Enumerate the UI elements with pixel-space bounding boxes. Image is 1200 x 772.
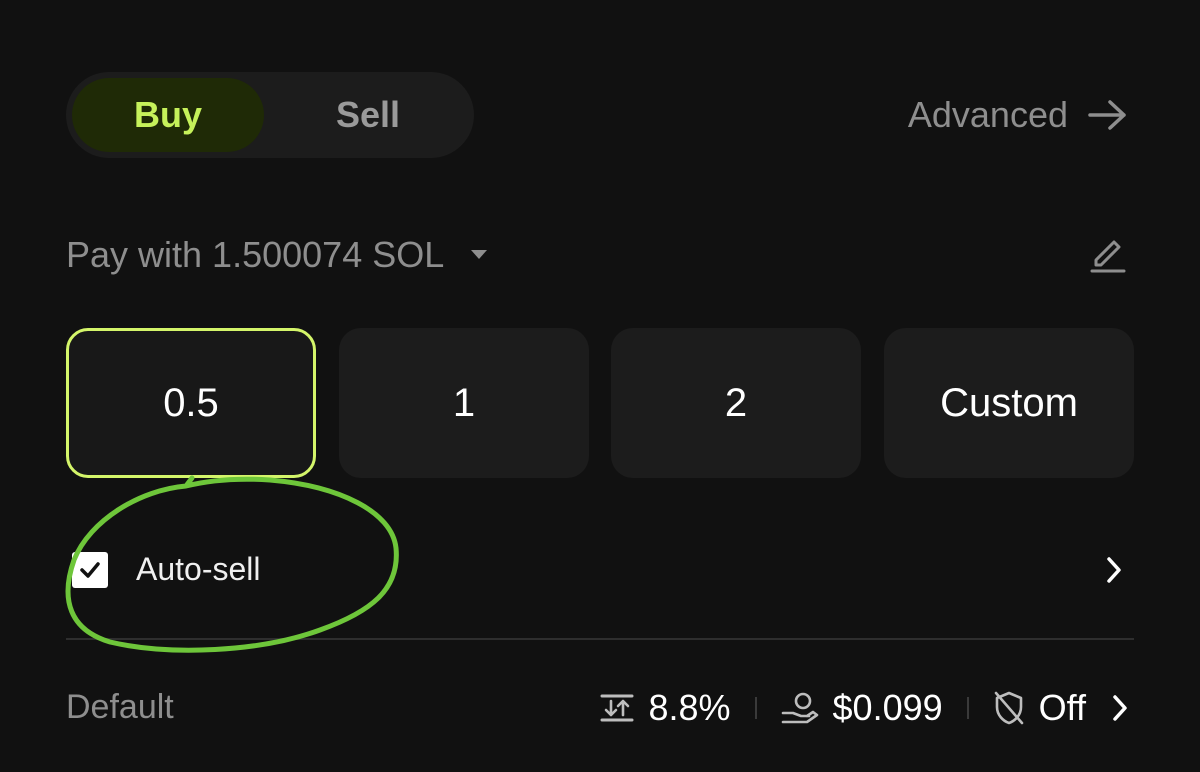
pay-with-label: Pay with 1.500074 SOL (66, 234, 445, 275)
divider (66, 638, 1134, 640)
amount-button-0-5[interactable]: 0.5 (66, 328, 316, 478)
chevron-right-icon (1113, 695, 1127, 721)
slippage-stat: 8.8% (600, 687, 731, 729)
amount-button-custom[interactable]: Custom (884, 328, 1134, 478)
buy-sell-toggle: Buy Sell (66, 72, 474, 158)
sell-tab[interactable]: Sell (272, 78, 464, 152)
advanced-link[interactable]: Advanced (908, 92, 1128, 138)
checkmark-icon (80, 562, 100, 578)
advanced-label: Advanced (907, 94, 1068, 135)
priority-fee-icon (781, 692, 818, 724)
arrow-right-icon (1088, 100, 1126, 130)
trade-settings-summary[interactable]: 8.8% $0.099 Off (600, 684, 1128, 732)
slippage-value: 8.8% (648, 687, 731, 728)
mev-protection-stat: Off (993, 687, 1086, 729)
mev-protection-value: Off (1038, 687, 1086, 728)
separator (966, 697, 969, 719)
amount-button-1[interactable]: 1 (339, 328, 589, 478)
separator (754, 697, 757, 719)
caret-down-icon (471, 250, 488, 259)
pay-with-dropdown[interactable]: Pay with 1.500074 SOL (66, 232, 488, 278)
auto-sell-checkbox[interactable] (72, 552, 108, 588)
pencil-icon[interactable] (1088, 234, 1128, 274)
priority-fee-value: $0.099 (832, 687, 943, 728)
amount-button-2[interactable]: 2 (611, 328, 861, 478)
chevron-right-icon[interactable] (1106, 556, 1122, 584)
buy-tab[interactable]: Buy (72, 78, 264, 152)
priority-fee-stat: $0.099 (781, 687, 943, 729)
slippage-icon (600, 694, 634, 722)
preset-label: Default (66, 688, 174, 726)
auto-sell-label[interactable]: Auto-sell (136, 551, 261, 588)
shield-off-icon (994, 691, 1023, 725)
